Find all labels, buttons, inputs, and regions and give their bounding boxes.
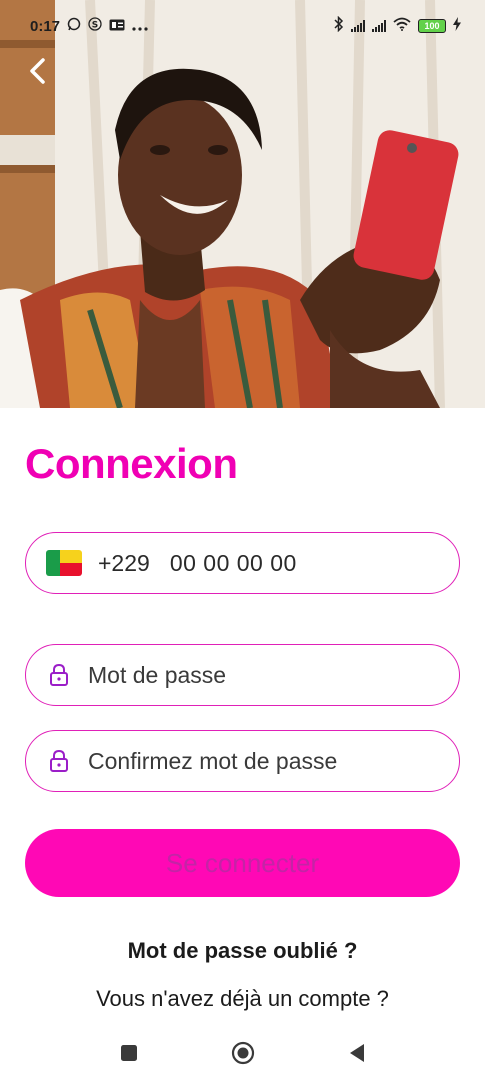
s-notification-icon: S [88,17,102,35]
phone-number-input[interactable]: 00 00 00 00 [170,550,297,577]
phone-field[interactable]: +229 00 00 00 00 [25,532,460,594]
recents-button[interactable] [116,1040,142,1066]
signup-link[interactable]: Vous n'avez déjà un compte ? [0,986,485,1012]
lock-icon [50,663,68,686]
whatsapp-icon [67,17,81,35]
back-button[interactable] [22,54,52,88]
square-icon [120,1045,137,1061]
status-bar: 0:17 S 100 [0,0,485,52]
forgot-password-link[interactable]: Mot de passe oublié ? [0,938,485,964]
page-title: Connexion [25,440,238,487]
confirm-password-input[interactable] [88,747,408,775]
chevron-left-icon [30,58,45,84]
login-button[interactable]: Se connecter [25,829,460,897]
hero-image [0,0,485,408]
triangle-back-icon [349,1044,364,1062]
circle-icon [231,1041,254,1065]
wifi-icon [393,17,411,35]
woman-with-phone-illustration [0,0,485,408]
country-code[interactable]: +229 [98,550,150,577]
id-card-icon [109,18,125,35]
password-input[interactable] [88,661,408,689]
battery-icon: 100 [418,19,446,33]
navigation-bar [0,1026,485,1080]
password-field[interactable] [25,644,460,706]
lock-icon [50,749,68,772]
home-button[interactable] [230,1040,256,1066]
benin-flag-icon [46,550,82,576]
back-nav-button[interactable] [344,1040,370,1066]
charging-icon [453,17,461,35]
confirm-password-field[interactable] [25,730,460,792]
status-time: 0:17 [30,17,61,35]
bluetooth-icon [334,15,344,36]
signal-2-icon [372,20,386,32]
svg-text:S: S [92,21,98,31]
signal-1-icon [351,20,365,32]
more-notifications-icon [132,18,148,35]
